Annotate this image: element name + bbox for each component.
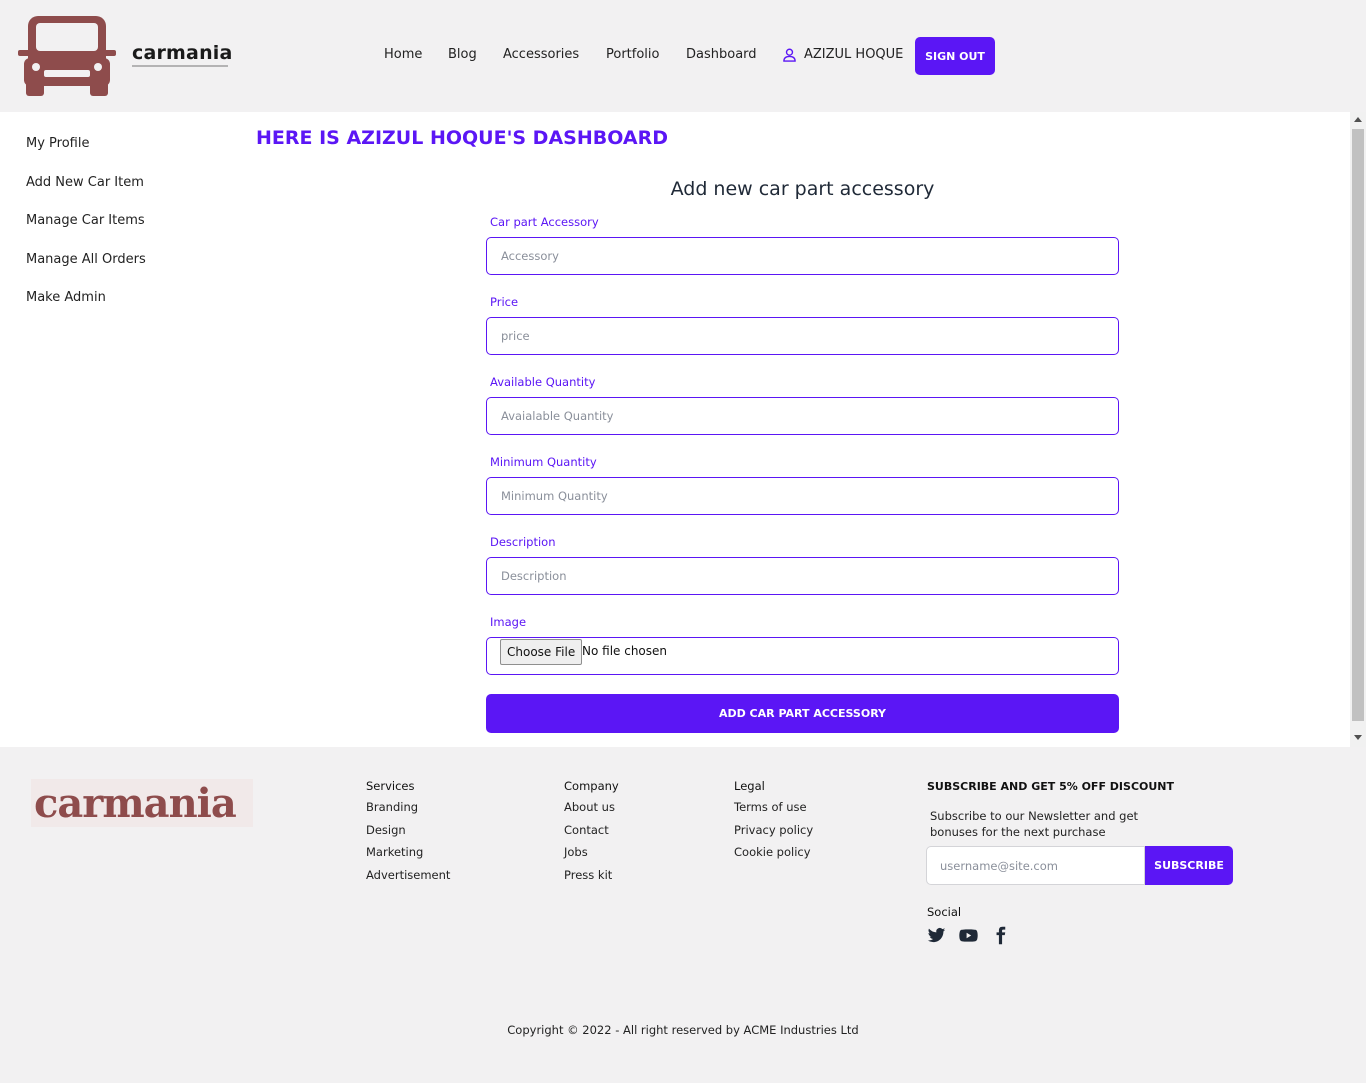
sidebar-item-make-admin[interactable]: Make Admin — [26, 290, 146, 329]
footer-link-branding[interactable]: Branding — [366, 800, 450, 823]
sign-out-button[interactable]: SIGN OUT — [915, 37, 995, 75]
footer-link-jobs[interactable]: Jobs — [564, 845, 619, 868]
copyright-text: Copyright © 2022 - All right reserved by… — [507, 1023, 859, 1037]
newsletter-email-input[interactable] — [926, 846, 1145, 885]
social-title: Social — [927, 905, 962, 919]
scroll-down-arrow-icon[interactable] — [1354, 735, 1362, 740]
facebook-icon[interactable] — [990, 926, 1011, 945]
minimum-quantity-label: Minimum Quantity — [490, 455, 597, 469]
description-label: Description — [490, 535, 556, 549]
footer-column-title: Services — [366, 779, 415, 793]
nav-portfolio[interactable]: Portfolio — [606, 47, 659, 62]
dashboard-main: My Profile Add New Car Item Manage Car I… — [0, 112, 1350, 747]
scroll-thumb[interactable] — [1352, 129, 1364, 721]
footer-column-company: Company About us Contact Jobs Press kit — [564, 779, 619, 890]
image-file-input: Choose File No file chosen — [486, 637, 1119, 675]
footer-link-advertisement[interactable]: Advertisement — [366, 868, 450, 891]
price-input[interactable] — [486, 317, 1119, 355]
logo-tagline — [132, 65, 228, 67]
footer-link-marketing[interactable]: Marketing — [366, 845, 450, 868]
form-title: Add new car part accessory — [670, 178, 935, 200]
available-quantity-label: Available Quantity — [490, 375, 596, 389]
description-input[interactable] — [486, 557, 1119, 595]
footer-link-cookie-policy[interactable]: Cookie policy — [734, 845, 813, 868]
accessory-label: Car part Accessory — [490, 215, 599, 229]
youtube-icon[interactable] — [958, 926, 979, 945]
user-name: AZIZUL HOQUE — [804, 47, 904, 62]
price-label: Price — [490, 295, 519, 309]
sidebar-item-my-profile[interactable]: My Profile — [26, 136, 146, 175]
dashboard-title: HERE IS AZIZUL HOQUE'S DASHBOARD — [256, 127, 668, 149]
logo-text: carmania — [132, 42, 233, 64]
nav-blog[interactable]: Blog — [448, 47, 477, 62]
footer-column-legal: Legal Terms of use Privacy policy Cookie… — [734, 779, 813, 868]
dashboard-sidebar: My Profile Add New Car Item Manage Car I… — [26, 136, 146, 329]
scroll-up-arrow-icon[interactable] — [1354, 117, 1362, 122]
car-logo-icon — [18, 16, 116, 96]
footer-link-press-kit[interactable]: Press kit — [564, 868, 619, 891]
footer-link-privacy-policy[interactable]: Privacy policy — [734, 823, 813, 846]
available-quantity-input[interactable] — [486, 397, 1119, 435]
site-header: carmania Home Blog Accessories Portfolio… — [0, 0, 1366, 112]
file-status: No file chosen — [582, 644, 668, 658]
footer-logo[interactable]: carmania — [31, 779, 253, 827]
twitter-icon[interactable] — [926, 926, 947, 945]
subscribe-title: SUBSCRIBE AND GET 5% OFF DISCOUNT — [927, 780, 1175, 793]
nav-home[interactable]: Home — [384, 47, 422, 62]
subscribe-text: Subscribe to our Newsletter and get bonu… — [930, 809, 1139, 839]
sidebar-item-add-new-car-item[interactable]: Add New Car Item — [26, 175, 146, 214]
image-label: Image — [490, 615, 527, 629]
footer-link-design[interactable]: Design — [366, 823, 450, 846]
user-profile-link[interactable]: AZIZUL HOQUE — [783, 47, 903, 62]
subscribe-button[interactable]: SUBSCRIBE — [1145, 846, 1233, 885]
footer-link-about-us[interactable]: About us — [564, 800, 619, 823]
choose-file-button[interactable]: Choose File — [500, 639, 583, 665]
nav-dashboard[interactable]: Dashboard — [686, 47, 757, 62]
sidebar-item-manage-car-items[interactable]: Manage Car Items — [26, 213, 146, 252]
footer-logo-text: carmania — [34, 780, 237, 827]
footer-column-title: Company — [564, 779, 619, 793]
add-car-part-accessory-button[interactable]: ADD CAR PART ACCESSORY — [486, 694, 1119, 733]
vertical-scrollbar[interactable] — [1350, 112, 1366, 747]
footer-column-services: Services Branding Design Marketing Adver… — [366, 779, 450, 890]
site-logo[interactable]: carmania — [18, 14, 233, 98]
footer-column-title: Legal — [734, 779, 765, 793]
minimum-quantity-input[interactable] — [486, 477, 1119, 515]
social-icons — [926, 926, 1011, 945]
user-icon — [783, 48, 796, 62]
sidebar-item-manage-all-orders[interactable]: Manage All Orders — [26, 252, 146, 291]
nav-accessories[interactable]: Accessories — [503, 47, 579, 62]
footer-link-contact[interactable]: Contact — [564, 823, 619, 846]
site-footer: carmania Services Branding Design Market… — [0, 747, 1366, 1083]
footer-link-terms-of-use[interactable]: Terms of use — [734, 800, 813, 823]
accessory-input[interactable] — [486, 237, 1119, 275]
